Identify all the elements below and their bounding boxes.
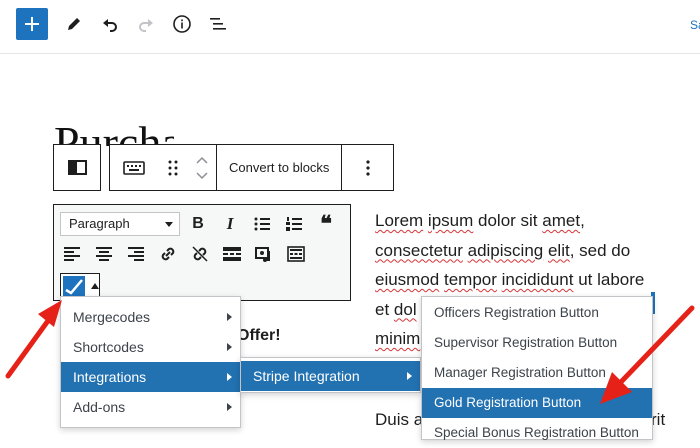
menu-item-gold-registration[interactable]: Gold Registration Button — [422, 388, 652, 418]
read-more-button[interactable] — [220, 242, 244, 266]
align-center-button[interactable] — [92, 242, 116, 266]
menu-item-special-bonus-registration[interactable]: Special Bonus Registration Button — [422, 418, 652, 448]
page-title: Purchase — [54, 117, 174, 146]
more-options-button[interactable] — [342, 145, 393, 190]
link-icon — [161, 247, 175, 261]
read-more-icon — [223, 247, 241, 261]
align-right-icon — [128, 247, 144, 261]
bullet-list-icon — [254, 217, 270, 231]
block-toolbar-group: Convert to blocks — [109, 144, 394, 191]
keyboard-button[interactable] — [110, 145, 158, 190]
plugin-dropdown-menu: Mergecodes Shortcodes Integrations Add-o… — [60, 296, 241, 428]
list-view-icon — [210, 18, 226, 30]
menu-item-stripe-integration[interactable]: Stripe Integration — [241, 361, 420, 391]
chevron-up-down-icon — [196, 156, 208, 179]
menu-item-supervisor-registration[interactable]: Supervisor Registration Button — [422, 328, 652, 358]
insert-link-button[interactable] — [156, 242, 180, 266]
menu-item-add-ons[interactable]: Add-ons — [61, 392, 240, 422]
align-right-button[interactable] — [124, 242, 148, 266]
menu-item-mergecodes[interactable]: Mergecodes — [61, 302, 240, 332]
numbered-list-button[interactable] — [282, 212, 306, 236]
paragraph-fragment: Duis a — [375, 410, 424, 429]
remove-link-button[interactable] — [188, 242, 212, 266]
pencil-icon — [68, 18, 80, 30]
move-up-down-buttons[interactable] — [188, 145, 216, 190]
arrow-to-plugin-button — [5, 300, 62, 379]
menu-item-manager-registration[interactable]: Manager Registration Button — [422, 358, 652, 388]
edit-pencil-button[interactable] — [60, 10, 88, 38]
offer-heading: Offer! — [237, 327, 281, 344]
blockquote-button[interactable]: ❝ — [314, 211, 338, 236]
info-icon — [173, 15, 191, 33]
menu-item-shortcodes[interactable]: Shortcodes — [61, 332, 240, 362]
unlink-icon — [192, 246, 208, 262]
italic-icon: I — [226, 214, 234, 233]
quote-icon: ❝ — [320, 211, 332, 236]
vertical-ellipsis-icon — [366, 159, 370, 176]
chevron-right-icon — [227, 373, 232, 381]
integrations-submenu: Stripe Integration — [240, 357, 421, 393]
paragraph-line: Lorem ipsum dolor sit amet, — [375, 211, 585, 230]
plus-icon — [25, 17, 39, 31]
convert-to-blocks-button[interactable]: Convert to blocks — [217, 145, 341, 190]
keyboard-icon — [123, 160, 145, 175]
media-icon — [255, 247, 270, 262]
chevron-right-icon — [227, 403, 232, 411]
numbered-list-icon — [286, 217, 302, 231]
paragraph-line: eiusmod tempor incididunt ut labore — [375, 270, 645, 289]
align-center-icon — [96, 247, 112, 261]
paragraph-fragment: rit — [651, 410, 666, 429]
save-draft-link[interactable]: Save draft — [690, 18, 700, 32]
undo-button[interactable] — [96, 10, 124, 38]
outline-button[interactable] — [204, 10, 232, 38]
add-media-button[interactable] — [252, 242, 276, 266]
format-select-value: Paragraph — [69, 216, 130, 231]
menu-item-officers-registration[interactable]: Officers Registration Button — [422, 298, 652, 328]
bullet-list-button[interactable] — [250, 212, 274, 236]
italic-button[interactable]: I — [218, 212, 242, 236]
caret-up-icon — [91, 283, 99, 289]
redo-button[interactable] — [132, 10, 160, 38]
paragraph-line: consectetur adipiscing elit, sed do — [375, 240, 631, 260]
plugin-logo-icon — [63, 276, 85, 296]
toolbar-toggle-button[interactable] — [284, 242, 308, 266]
chevron-right-icon — [227, 313, 232, 321]
undo-icon — [103, 19, 117, 32]
drag-handle[interactable] — [158, 145, 188, 190]
classic-block-icon — [68, 160, 87, 175]
redo-icon — [139, 19, 153, 32]
caret-down-icon — [165, 222, 173, 227]
format-select[interactable]: Paragraph — [60, 212, 180, 236]
keyboard-icon — [287, 246, 305, 262]
align-left-icon — [64, 247, 80, 261]
classic-editor-toolbar: Paragraph B I ❝ — [53, 204, 351, 301]
add-block-button[interactable] — [16, 8, 48, 40]
details-button[interactable] — [168, 10, 196, 38]
bold-icon: B — [192, 215, 204, 232]
align-left-button[interactable] — [60, 242, 84, 266]
drag-dots-icon — [168, 160, 178, 175]
block-type-button[interactable] — [53, 144, 101, 191]
chevron-right-icon — [227, 343, 232, 351]
editor-top-toolbar: Save draft — [0, 0, 700, 54]
stripe-submenu: Officers Registration Button Supervisor … — [421, 296, 653, 440]
chevron-right-icon — [407, 372, 412, 380]
menu-item-integrations[interactable]: Integrations — [61, 362, 240, 392]
bold-button[interactable]: B — [186, 212, 210, 236]
